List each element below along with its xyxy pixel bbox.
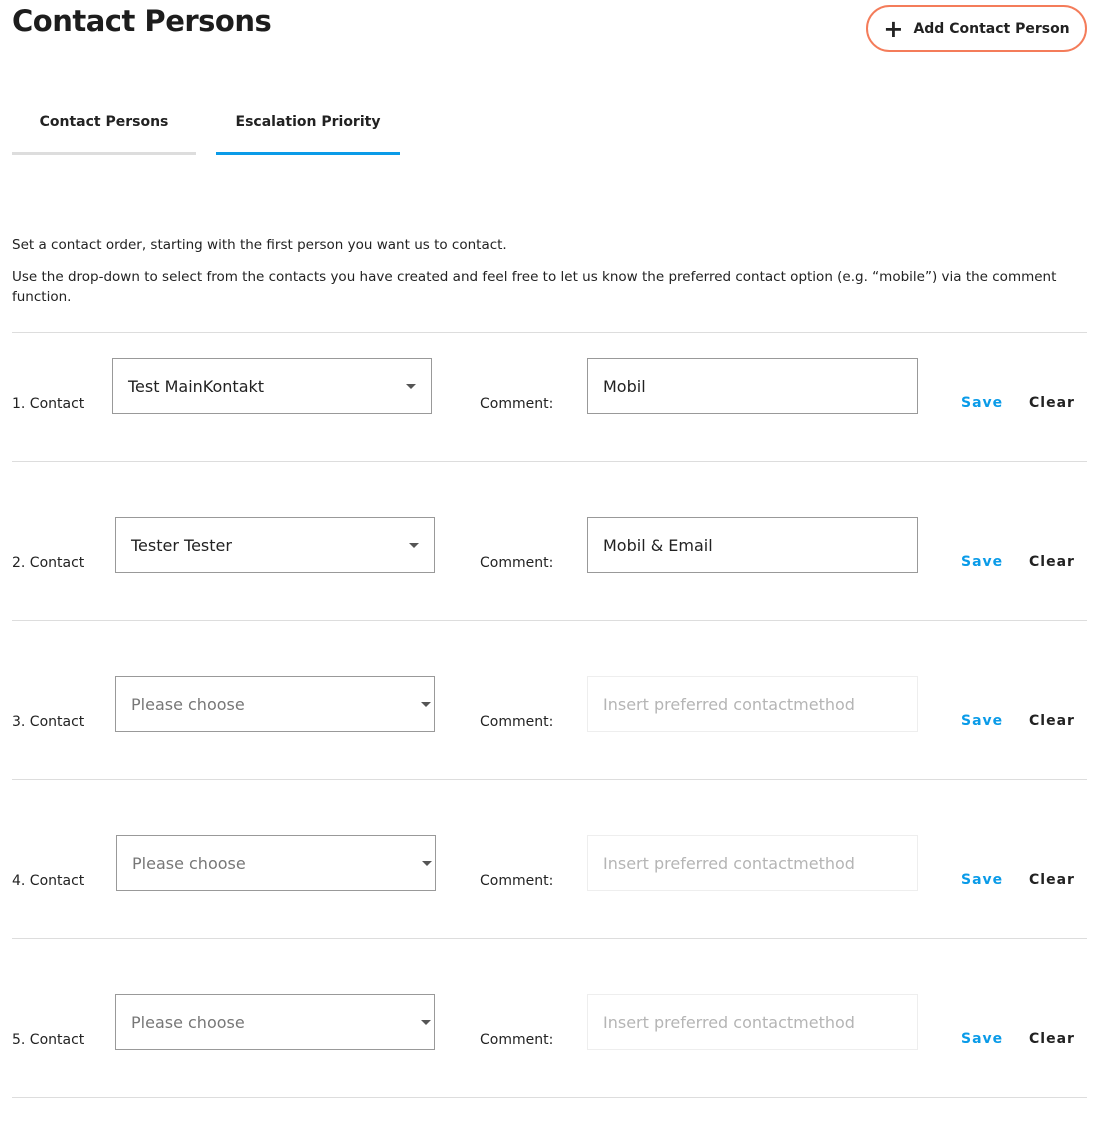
add-contact-person-button[interactable]: + Add Contact Person	[866, 5, 1087, 52]
comment-input[interactable]: Insert preferred contactmethod	[587, 676, 918, 732]
contact-label: 1. Contact	[12, 396, 85, 412]
contact-select[interactable]: Tester Tester	[115, 517, 435, 573]
comment-label: Comment:	[480, 714, 554, 730]
contact-label: 5. Contact	[12, 1032, 85, 1048]
tab-escalation-priority[interactable]: Escalation Priority	[216, 100, 400, 155]
comment-input[interactable]: Mobil	[587, 358, 918, 414]
contact-select-value: Please choose	[131, 1012, 245, 1032]
chevron-down-icon	[422, 861, 432, 866]
contact-label: 4. Contact	[12, 873, 85, 889]
comment-label: Comment:	[480, 396, 554, 412]
contact-row: 1. Contact Test MainKontakt Comment: Mob…	[0, 332, 1111, 491]
contact-row: 4. Contact Please choose Comment: Insert…	[0, 809, 1111, 968]
chevron-down-icon	[409, 543, 419, 548]
save-button[interactable]: Save	[961, 872, 1003, 888]
contact-select-value: Please choose	[131, 694, 245, 714]
contact-select-value: Tester Tester	[131, 535, 232, 555]
comment-placeholder: Insert preferred contactmethod	[603, 694, 855, 714]
clear-button[interactable]: Clear	[1029, 395, 1075, 411]
comment-label: Comment:	[480, 1032, 554, 1048]
page-title: Contact Persons	[12, 4, 272, 38]
divider	[12, 1097, 1087, 1098]
plus-icon: +	[883, 14, 904, 43]
save-button[interactable]: Save	[961, 713, 1003, 729]
contact-select[interactable]: Please choose	[115, 994, 435, 1050]
comment-input[interactable]: Insert preferred contactmethod	[587, 835, 918, 891]
intro-text-1: Set a contact order, starting with the f…	[12, 237, 507, 253]
intro-text-2: Use the drop-down to select from the con…	[12, 269, 1057, 305]
clear-button[interactable]: Clear	[1029, 1031, 1075, 1047]
clear-button[interactable]: Clear	[1029, 713, 1075, 729]
comment-input[interactable]: Mobil & Email	[587, 517, 918, 573]
save-button[interactable]: Save	[961, 554, 1003, 570]
contact-select[interactable]: Please choose	[115, 676, 435, 732]
clear-button[interactable]: Clear	[1029, 872, 1075, 888]
chevron-down-icon	[421, 1020, 431, 1025]
contact-label: 3. Contact	[12, 714, 85, 730]
add-contact-person-label: Add Contact Person	[913, 20, 1070, 37]
contact-select-value: Test MainKontakt	[128, 376, 265, 396]
divider	[12, 461, 1087, 462]
comment-placeholder: Insert preferred contactmethod	[603, 1012, 855, 1032]
comment-value: Mobil	[603, 376, 646, 396]
save-button[interactable]: Save	[961, 395, 1003, 411]
contact-select[interactable]: Please choose	[116, 835, 436, 891]
contact-row: 3. Contact Please choose Comment: Insert…	[0, 650, 1111, 809]
contact-row: 2. Contact Tester Tester Comment: Mobil …	[0, 491, 1111, 650]
divider	[12, 938, 1087, 939]
comment-label: Comment:	[480, 555, 554, 571]
chevron-down-icon	[406, 384, 416, 389]
contact-row: 5. Contact Please choose Comment: Insert…	[0, 968, 1111, 1127]
chevron-down-icon	[421, 702, 431, 707]
comment-placeholder: Insert preferred contactmethod	[603, 853, 855, 873]
divider	[12, 779, 1087, 780]
contact-select-value: Please choose	[132, 853, 246, 873]
comment-label: Comment:	[480, 873, 554, 889]
comment-value: Mobil & Email	[603, 535, 713, 555]
contact-label: 2. Contact	[12, 555, 85, 571]
save-button[interactable]: Save	[961, 1031, 1003, 1047]
divider	[12, 620, 1087, 621]
clear-button[interactable]: Clear	[1029, 554, 1075, 570]
contact-select[interactable]: Test MainKontakt	[112, 358, 432, 414]
tab-contact-persons[interactable]: Contact Persons	[12, 100, 196, 155]
comment-input[interactable]: Insert preferred contactmethod	[587, 994, 918, 1050]
